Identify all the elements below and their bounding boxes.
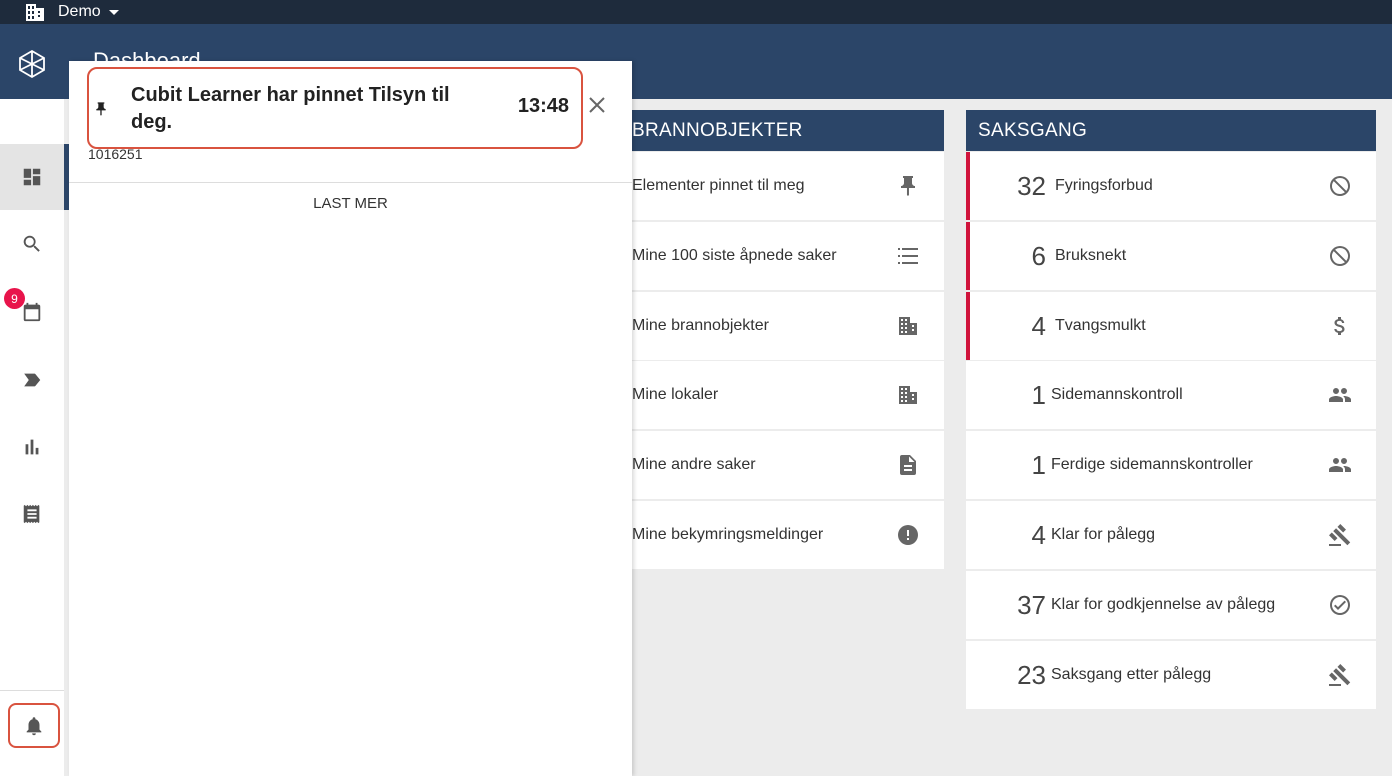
chevron-down-icon[interactable]: [108, 9, 119, 15]
close-icon[interactable]: [586, 94, 608, 116]
saksgang-count: 6: [1031, 240, 1046, 271]
list-item-label: Mine brannobjekter: [632, 317, 769, 334]
nav-search[interactable]: [0, 211, 64, 277]
check-circle-icon: [1328, 593, 1352, 617]
saksgang-row[interactable]: 4 Tvangsmulkt: [966, 292, 1376, 360]
saksgang-count: 1: [1031, 379, 1046, 410]
pin-icon: [896, 174, 920, 198]
notification-drawer: Cubit Learner har pinnet Tilsyn til deg.…: [69, 61, 632, 776]
saksgang-label: Bruksnekt: [1055, 247, 1127, 264]
org-selector[interactable]: Demo: [58, 3, 101, 21]
load-more-button[interactable]: LAST MER: [69, 195, 632, 212]
notification-item[interactable]: Cubit Learner har pinnet Tilsyn til deg.…: [87, 67, 583, 149]
app-logo-icon[interactable]: [17, 49, 47, 79]
calendar-icon: [23, 302, 41, 322]
list-item-label: Elementer pinnet til meg: [632, 177, 805, 194]
objekter-panel-title: BRANNOBJEKTER: [620, 110, 944, 151]
list-item[interactable]: Mine 100 siste åpnede saker: [620, 222, 944, 290]
receipt-icon: [23, 504, 40, 524]
saksgang-row[interactable]: 1 Ferdige sidemannskontroller: [966, 431, 1376, 499]
gavel-icon: [1328, 523, 1352, 547]
org-bar: Demo: [0, 0, 1392, 24]
saksgang-count: 4: [1031, 310, 1046, 341]
dashboard-icon: [23, 168, 41, 186]
bar-chart-icon: [25, 439, 39, 455]
notifications-button[interactable]: [8, 703, 60, 748]
drawer-divider: [69, 182, 632, 183]
list-item[interactable]: Mine andre saker: [620, 431, 944, 499]
saksgang-label: Tvangsmulkt: [1055, 317, 1146, 334]
saksgang-row[interactable]: 1 Sidemannskontroll: [966, 361, 1376, 429]
nav-receipt[interactable]: [0, 481, 64, 547]
saksgang-row[interactable]: 37 Klar for godkjennelse av pålegg: [966, 571, 1376, 639]
saksgang-label: Klar for godkjennelse av pålegg: [1051, 596, 1276, 613]
list-item[interactable]: Mine brannobjekter: [620, 292, 944, 360]
list-item[interactable]: Mine bekymringsmeldinger: [620, 501, 944, 569]
saksgang-count: 32: [1017, 170, 1046, 201]
alert-icon: [896, 523, 920, 547]
side-navigation: [0, 99, 64, 776]
document-icon: [896, 453, 920, 477]
building-icon: [24, 2, 46, 22]
saksgang-panel-title: SAKSGANG: [966, 110, 1376, 151]
list-item[interactable]: Elementer pinnet til meg: [620, 152, 944, 220]
saksgang-row[interactable]: 6 Bruksnekt: [966, 222, 1376, 290]
nav-statistics[interactable]: [0, 414, 64, 480]
saksgang-label: Saksgang etter pålegg: [1051, 666, 1212, 683]
notification-time: 13:48: [517, 95, 569, 117]
building-icon: [896, 383, 920, 407]
list-item-label: Mine lokaler: [632, 386, 719, 403]
bell-icon: [26, 716, 42, 735]
saksgang-label: Fyringsforbud: [1055, 177, 1153, 194]
gavel-icon: [1328, 663, 1352, 687]
building-icon: [896, 314, 920, 338]
saksgang-count: 37: [1017, 589, 1046, 620]
saksgang-row[interactable]: 23 Saksgang etter pålegg: [966, 641, 1376, 709]
calendar-badge: 9: [4, 288, 25, 309]
list-icon: [896, 244, 920, 268]
notification-text: Cubit Learner har pinnet Tilsyn til deg.: [131, 84, 450, 133]
label-icon: [24, 373, 41, 387]
search-icon: [23, 235, 40, 252]
list-item-label: Mine 100 siste åpnede saker: [632, 247, 837, 264]
notification-subtext: 1016251: [88, 146, 143, 162]
saksgang-row[interactable]: 4 Klar for pålegg: [966, 501, 1376, 569]
list-item-label: Mine andre saker: [632, 456, 756, 473]
nav-dashboard[interactable]: [0, 144, 64, 210]
nav-divider: [0, 690, 64, 691]
block-icon: [1328, 244, 1352, 268]
saksgang-count: 1: [1031, 449, 1046, 480]
saksgang-count: 23: [1017, 659, 1046, 690]
list-item[interactable]: Mine lokaler: [620, 361, 944, 429]
dollar-icon: [1328, 314, 1352, 338]
saksgang-label: Ferdige sidemannskontroller: [1051, 456, 1253, 473]
saksgang-label: Klar for pålegg: [1051, 526, 1156, 543]
saksgang-label: Sidemannskontroll: [1051, 386, 1183, 403]
block-icon: [1328, 174, 1352, 198]
people-icon: [1328, 453, 1352, 477]
pin-icon: [93, 99, 109, 119]
people-icon: [1328, 383, 1352, 407]
saksgang-count: 4: [1031, 519, 1046, 550]
nav-label[interactable]: [0, 347, 64, 413]
saksgang-row[interactable]: 32 Fyringsforbud: [966, 152, 1376, 220]
list-item-label: Mine bekymringsmeldinger: [632, 526, 824, 543]
